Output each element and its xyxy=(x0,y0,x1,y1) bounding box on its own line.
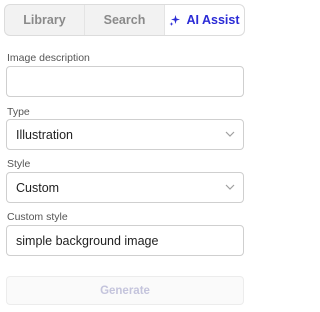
tab-search-label: Search xyxy=(103,13,146,27)
style-select[interactable]: Custom xyxy=(6,172,244,203)
image-description-input[interactable] xyxy=(6,66,244,97)
style-select-value: Custom xyxy=(16,180,60,195)
custom-style-label: Custom style xyxy=(7,211,68,223)
type-label: Type xyxy=(7,106,30,118)
sparkle-icon xyxy=(169,15,181,26)
generate-button-label: Generate xyxy=(100,284,150,297)
custom-style-input[interactable]: simple background image xyxy=(6,225,244,256)
chevron-down-icon xyxy=(225,184,235,190)
tab-library-label: Library xyxy=(23,13,66,27)
tab-library[interactable]: Library xyxy=(5,5,84,35)
type-select[interactable]: Illustration xyxy=(6,119,244,150)
type-select-value: Illustration xyxy=(16,127,73,142)
tab-ai-assist-label: AI Assist xyxy=(186,13,240,27)
tab-ai-assist[interactable]: AI Assist xyxy=(164,5,244,35)
image-description-label: Image description xyxy=(7,52,90,64)
tab-search[interactable]: Search xyxy=(84,5,164,35)
generate-button[interactable]: Generate xyxy=(6,276,244,305)
style-label: Style xyxy=(7,158,31,170)
chevron-down-icon xyxy=(225,131,235,137)
tab-bar: Library Search AI Assist xyxy=(4,4,245,36)
